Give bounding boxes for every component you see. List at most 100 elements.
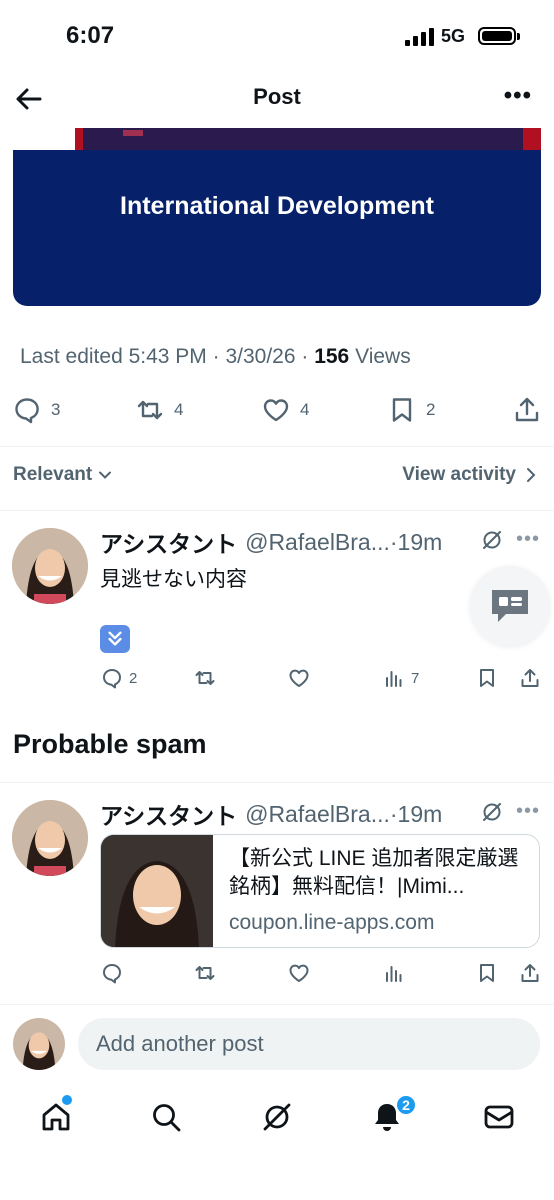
mail-icon xyxy=(484,1105,514,1129)
down-arrow-emoji xyxy=(100,625,130,653)
divider xyxy=(0,510,554,511)
author-handle[interactable]: @RafaelBra... xyxy=(245,529,390,556)
battery-icon xyxy=(478,27,520,45)
bottom-tab-bar xyxy=(0,1092,554,1152)
repost-button[interactable] xyxy=(194,962,216,984)
notifications-badge: 2 xyxy=(395,1094,417,1116)
post-header: Post ••• xyxy=(0,70,554,128)
grok-icon[interactable] xyxy=(481,801,503,823)
reply-button[interactable] xyxy=(101,962,123,984)
bookmark-button[interactable] xyxy=(476,667,498,689)
search-icon xyxy=(153,1104,181,1132)
share-button[interactable] xyxy=(519,667,541,689)
network-label: 5G xyxy=(441,26,466,46)
media-banner-strip xyxy=(13,128,541,150)
link-preview-card[interactable]: 【新公式 LINE 追加者限定厳選銘柄】無料配信！|Mimi... coupon… xyxy=(100,834,540,948)
heart-icon xyxy=(289,964,309,982)
like-button[interactable] xyxy=(288,962,310,984)
more-options-icon[interactable]: ••• xyxy=(504,82,532,110)
grok-icon xyxy=(263,1103,291,1131)
status-bar: 6:07 5G xyxy=(0,0,554,70)
share-button[interactable] xyxy=(519,962,541,984)
view-activity-link[interactable]: View activity xyxy=(402,464,536,486)
author-name[interactable]: アシスタント xyxy=(100,797,237,831)
avatar[interactable] xyxy=(12,800,88,876)
tab-messages[interactable] xyxy=(482,1100,516,1134)
repost-count: 4 xyxy=(174,400,184,419)
reply-more-icon[interactable]: ••• xyxy=(516,800,540,823)
link-thumbnail xyxy=(101,835,213,947)
author-handle[interactable]: @RafaelBra... xyxy=(245,801,390,828)
home-unread-dot xyxy=(62,1095,72,1105)
section-title-probable-spam: Probable spam xyxy=(13,729,207,759)
sort-dropdown[interactable]: Relevant xyxy=(13,464,112,486)
reply-icon xyxy=(103,964,121,984)
tab-home[interactable] xyxy=(39,1100,73,1134)
chat-bubble-icon xyxy=(492,590,528,622)
reply-time: ·19m xyxy=(389,800,443,827)
like-button[interactable] xyxy=(288,667,310,689)
views-button[interactable]: 7 xyxy=(383,667,419,689)
repost-button[interactable] xyxy=(194,667,216,689)
home-icon xyxy=(42,1103,70,1131)
bookmark-icon xyxy=(480,964,494,982)
bookmark-icon xyxy=(480,669,494,687)
analytics-icon xyxy=(386,671,402,687)
page-title: Post xyxy=(253,84,301,109)
reply-count: 3 xyxy=(51,400,61,419)
share-button[interactable] xyxy=(513,396,541,424)
post-actions: 3 4 4 2 xyxy=(0,396,554,428)
bookmark-button[interactable] xyxy=(476,962,498,984)
repost-icon xyxy=(137,400,163,420)
bookmark-button[interactable]: 2 xyxy=(388,396,435,424)
reply-count: 2 xyxy=(129,669,138,687)
status-time: 6:07 xyxy=(66,22,115,49)
views-label: Views xyxy=(355,345,411,368)
chevron-down-icon xyxy=(99,471,112,479)
bookmark-count: 2 xyxy=(426,400,436,419)
divider xyxy=(0,446,554,447)
divider xyxy=(0,782,554,783)
reply-text: 見逃せない内容 xyxy=(100,568,247,591)
post-meta: Last edited 5:43 PM · 3/30/26 · 156 View… xyxy=(20,345,411,368)
views-count: 156 xyxy=(314,345,350,368)
author-name[interactable]: アシスタント xyxy=(100,525,237,559)
reply-icon xyxy=(15,398,39,424)
reply-icon xyxy=(103,669,121,689)
reply-composer-input[interactable]: Add another post xyxy=(78,1018,540,1070)
analytics-icon xyxy=(386,966,402,982)
repost-button[interactable]: 4 xyxy=(136,396,183,424)
bookmark-icon xyxy=(392,398,412,422)
tab-search[interactable] xyxy=(149,1100,183,1134)
divider xyxy=(0,1004,554,1005)
signal-icon xyxy=(405,28,435,46)
edited-timestamp[interactable]: Last edited 5:43 PM · 3/30/26 xyxy=(20,345,296,368)
repost-icon xyxy=(195,671,215,685)
reply-time: ·19m xyxy=(389,528,443,555)
views-button[interactable] xyxy=(383,962,405,984)
chevron-right-icon xyxy=(527,468,536,482)
repost-icon xyxy=(195,966,215,980)
avatar[interactable] xyxy=(13,1018,65,1070)
like-button[interactable]: 4 xyxy=(262,396,309,424)
heart-icon xyxy=(289,669,309,687)
avatar[interactable] xyxy=(12,528,88,604)
heart-icon xyxy=(263,399,289,422)
share-icon xyxy=(515,397,539,422)
reply-button[interactable]: 3 xyxy=(13,396,60,424)
link-domain: coupon.line-apps.com xyxy=(229,911,435,934)
reply-button[interactable]: 2 xyxy=(101,667,137,689)
chat-fab-button[interactable] xyxy=(470,566,550,646)
tab-grok[interactable] xyxy=(260,1100,294,1134)
media-caption: International Development xyxy=(120,192,434,220)
share-icon xyxy=(521,669,539,687)
grok-icon[interactable] xyxy=(481,529,503,551)
post-media-image[interactable]: International Development xyxy=(13,128,541,306)
views-count: 7 xyxy=(411,669,420,687)
reply-more-icon[interactable]: ••• xyxy=(516,528,540,551)
share-icon xyxy=(521,964,539,982)
view-activity-label: View activity xyxy=(402,464,516,485)
like-count: 4 xyxy=(300,400,310,419)
sort-label: Relevant xyxy=(13,464,93,485)
link-title: 【新公式 LINE 追加者限定厳選銘柄】無料配信！|Mimi... xyxy=(229,847,519,898)
